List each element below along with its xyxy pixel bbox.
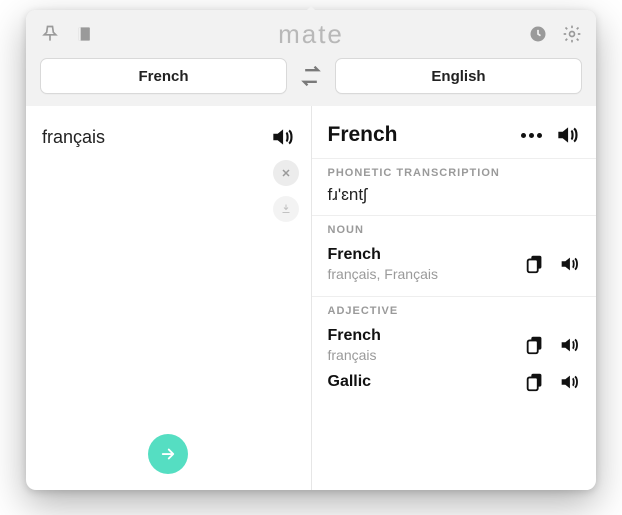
phonetic-value: fɹ'ɛntʃ: [328, 185, 581, 205]
speak-entry-icon[interactable]: [558, 334, 580, 356]
pin-icon[interactable]: [40, 24, 60, 44]
translator-popup: mate French: [26, 10, 596, 490]
app-title: mate: [278, 19, 344, 50]
adjective-label: ADJECTIVE: [328, 305, 581, 317]
copy-icon[interactable]: [524, 371, 546, 393]
speak-source-icon[interactable]: [269, 124, 295, 150]
speak-entry-icon[interactable]: [558, 371, 580, 393]
scroll-fade: [312, 472, 597, 490]
swap-icon[interactable]: [297, 62, 325, 90]
source-pane: français: [26, 106, 312, 490]
gear-icon[interactable]: [562, 24, 582, 44]
clear-icon[interactable]: [273, 160, 299, 186]
content-body: français: [26, 106, 596, 490]
noun-label: NOUN: [328, 224, 581, 236]
book-icon[interactable]: [74, 24, 94, 44]
import-icon[interactable]: [273, 196, 299, 222]
entry-word: Gallic: [328, 373, 372, 391]
noun-section: NOUN French français, Français: [312, 215, 597, 296]
history-icon[interactable]: [528, 24, 548, 44]
copy-icon[interactable]: [524, 253, 546, 275]
adjective-section: ADJECTIVE French français: [312, 296, 597, 407]
copy-icon[interactable]: [524, 334, 546, 356]
entry-sub: français, Français: [328, 266, 438, 282]
translation-title: French: [328, 123, 398, 147]
source-language-button[interactable]: French: [40, 58, 287, 94]
translate-button[interactable]: [148, 434, 188, 474]
toolbar: mate: [40, 20, 582, 48]
dictionary-entry: French français: [328, 323, 581, 367]
entry-word: French: [328, 246, 438, 264]
target-language-button[interactable]: English: [335, 58, 582, 94]
result-pane: French PHONETIC TRANSCRIPTION: [312, 106, 597, 490]
popover-arrow: [301, 6, 321, 16]
source-input[interactable]: français: [42, 127, 105, 148]
entry-sub: français: [328, 347, 381, 363]
speak-entry-icon[interactable]: [558, 253, 580, 275]
dictionary-entry: French français, Français: [328, 242, 581, 286]
header-area: mate French: [26, 10, 596, 106]
phonetic-label: PHONETIC TRANSCRIPTION: [328, 167, 581, 179]
phonetic-section: PHONETIC TRANSCRIPTION fɹ'ɛntʃ: [312, 158, 597, 215]
speak-result-icon[interactable]: [554, 122, 580, 148]
entry-word: French: [328, 327, 381, 345]
dictionary-entry: Gallic: [328, 367, 581, 397]
language-row: French English: [40, 58, 582, 94]
more-icon[interactable]: [521, 133, 542, 138]
